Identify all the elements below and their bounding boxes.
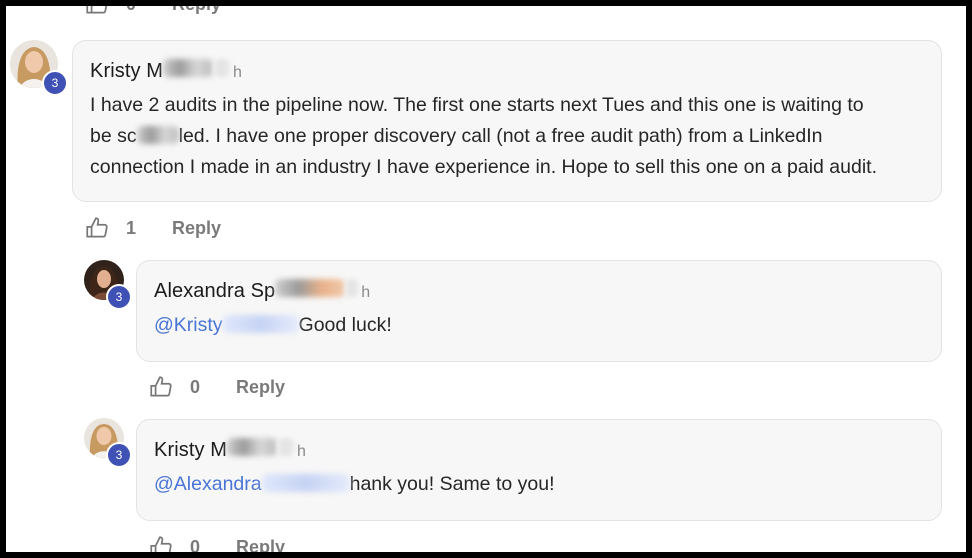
comment-header: Kristy M h — [90, 59, 242, 83]
author-name[interactable]: Kristy M — [154, 439, 227, 462]
comment-actions: 0 Reply — [148, 534, 285, 552]
avatar[interactable]: 3 — [10, 40, 68, 96]
redaction-blur — [275, 279, 346, 297]
redaction-blur — [163, 59, 214, 77]
redaction-blur — [261, 474, 350, 492]
comment-actions: 0 Reply — [148, 374, 285, 400]
timestamp: h — [361, 284, 371, 301]
redaction-blur — [213, 59, 232, 77]
comment-bubble: Alexandra Sp h @Kristy Good luck! — [136, 260, 942, 362]
comment-bubble: Kristy M h @Alexandra hank you! Same to yo… — [136, 419, 942, 521]
comment-text-fragment: be sc — [90, 125, 137, 147]
comment-text-fragment: led. I have one proper discovery call (n… — [178, 125, 823, 147]
like-icon[interactable] — [84, 6, 110, 17]
mention-link[interactable]: @Kristy — [154, 314, 223, 336]
comment-line: I have 2 audits in the pipeline now. The… — [90, 94, 864, 116]
redaction-blur — [136, 126, 179, 144]
author-name[interactable]: Kristy M — [90, 60, 163, 83]
avatar[interactable]: 3 — [84, 260, 132, 310]
comment-text: I have 2 audits in the pipeline now. The… — [90, 90, 940, 183]
mention-link[interactable]: @Alexandra — [154, 473, 262, 495]
comment-thread: 0 Reply 3 Kristy M h I have 2 audits in t… — [6, 6, 966, 552]
redaction-blur — [277, 438, 296, 456]
comment-line: be sc led. I have one proper discovery ca… — [90, 121, 940, 152]
reply-link[interactable]: Reply — [172, 218, 221, 239]
comment-header: Alexandra Sp h — [154, 279, 370, 303]
level-badge: 3 — [106, 442, 132, 468]
redaction-blur — [222, 315, 299, 333]
redaction-blur — [345, 279, 360, 297]
level-badge: 3 — [106, 284, 132, 310]
like-count: 0 — [190, 536, 201, 553]
comment-text: @Alexandra hank you! Same to you! — [154, 469, 554, 500]
comment-text: @Kristy Good luck! — [154, 310, 392, 341]
comment-line: connection I made in an industry I have … — [90, 156, 877, 178]
comment-bubble: Kristy M h I have 2 audits in the pipelin… — [72, 40, 942, 202]
like-count: 1 — [126, 217, 137, 238]
comment-text-fragment: Good luck! — [298, 314, 392, 336]
comment-actions: 1 Reply — [84, 215, 221, 241]
like-count: 0 — [190, 376, 201, 397]
like-icon[interactable] — [84, 215, 110, 241]
like-icon[interactable] — [148, 374, 174, 400]
reply-link[interactable]: Reply — [236, 377, 285, 398]
reply-link[interactable]: Reply — [236, 537, 285, 553]
reply-link[interactable]: Reply — [172, 6, 221, 15]
timestamp: h — [233, 64, 242, 81]
like-icon[interactable] — [148, 534, 174, 552]
level-badge: 3 — [42, 70, 68, 96]
like-count: 0 — [126, 6, 136, 15]
timestamp: h — [297, 443, 306, 460]
comment-text-fragment: hank you! Same to you! — [349, 473, 555, 495]
avatar[interactable]: 3 — [84, 418, 132, 468]
author-name[interactable]: Alexandra Sp — [154, 280, 275, 303]
comment-header: Kristy M h — [154, 438, 306, 462]
redaction-blur — [227, 438, 278, 456]
comment-actions-top: 0 Reply — [84, 6, 221, 17]
